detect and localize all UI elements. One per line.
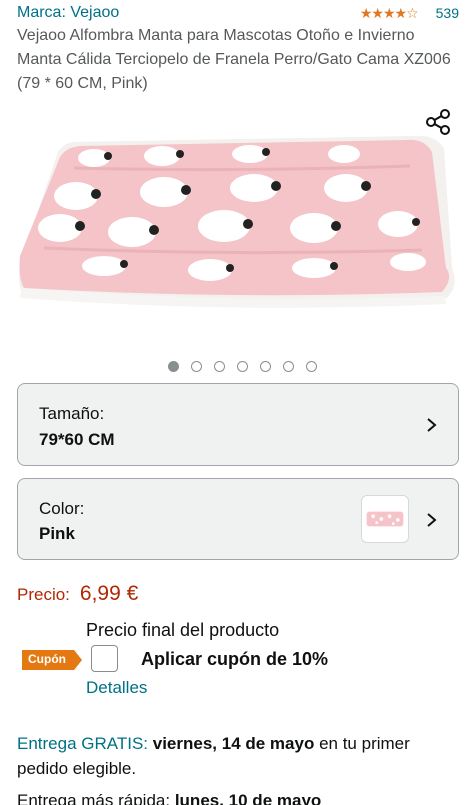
price-value: 6,99 € <box>79 582 139 605</box>
color-label: Color: <box>39 499 85 518</box>
product-image[interactable] <box>14 128 460 318</box>
fast-delivery-date: lunes, 10 de mayo <box>174 791 322 805</box>
size-label: Tamaño: <box>39 404 105 423</box>
coupon-badge: Cupón <box>22 650 82 670</box>
color-swatch-thumbnail[interactable] <box>361 495 409 543</box>
color-selector[interactable]: Color: Pink <box>17 478 459 560</box>
pagination-dot[interactable] <box>168 361 179 372</box>
price-label: Precio: <box>17 585 70 604</box>
image-pagination-dots <box>0 361 475 372</box>
coupon-apply-text[interactable]: Aplicar cupón de 10% <box>141 649 328 670</box>
fast-delivery-label: Entrega más rápida: <box>17 791 171 805</box>
pagination-dot[interactable] <box>306 361 317 372</box>
coupon-details-link[interactable]: Detalles <box>86 678 147 698</box>
price-row: Precio: 6,99 € <box>17 582 138 606</box>
pagination-dot[interactable] <box>237 361 248 372</box>
rating-count[interactable]: 539 <box>436 5 459 21</box>
chevron-right-icon <box>427 513 437 527</box>
size-value: 79*60 CM <box>39 430 115 449</box>
pink-blanket-thumbnail-icon <box>366 511 404 527</box>
pagination-dot[interactable] <box>214 361 225 372</box>
coupon-checkbox[interactable] <box>91 645 118 672</box>
coupon-badge-label: Cupón <box>28 652 66 666</box>
pagination-dot[interactable] <box>283 361 294 372</box>
free-delivery-link[interactable]: Entrega GRATIS: <box>17 734 148 753</box>
product-title: Vejaoo Alfombra Manta para Mascotas Otoñ… <box>17 27 451 92</box>
pagination-dot[interactable] <box>260 361 271 372</box>
size-selector[interactable]: Tamaño: 79*60 CM <box>17 383 459 466</box>
rating[interactable]: ★★★★☆ 539 <box>360 5 459 22</box>
delivery-info: Entrega GRATIS: viernes, 14 de mayo en t… <box>17 731 457 781</box>
color-value: Pink <box>39 524 75 543</box>
final-price-note: Precio final del producto <box>86 620 280 640</box>
fast-delivery-info: Entrega más rápida: lunes, 10 de mayo <box>17 791 321 805</box>
pagination-dot[interactable] <box>191 361 202 372</box>
rating-stars[interactable]: ★★★★☆ <box>360 5 419 22</box>
chevron-right-icon <box>427 418 437 432</box>
brand-rating-row: Marca: Vejaoo ★★★★☆ 539 <box>17 2 459 24</box>
brand-link[interactable]: Marca: Vejaoo <box>17 4 119 22</box>
delivery-date: viernes, 14 de mayo <box>152 734 315 753</box>
